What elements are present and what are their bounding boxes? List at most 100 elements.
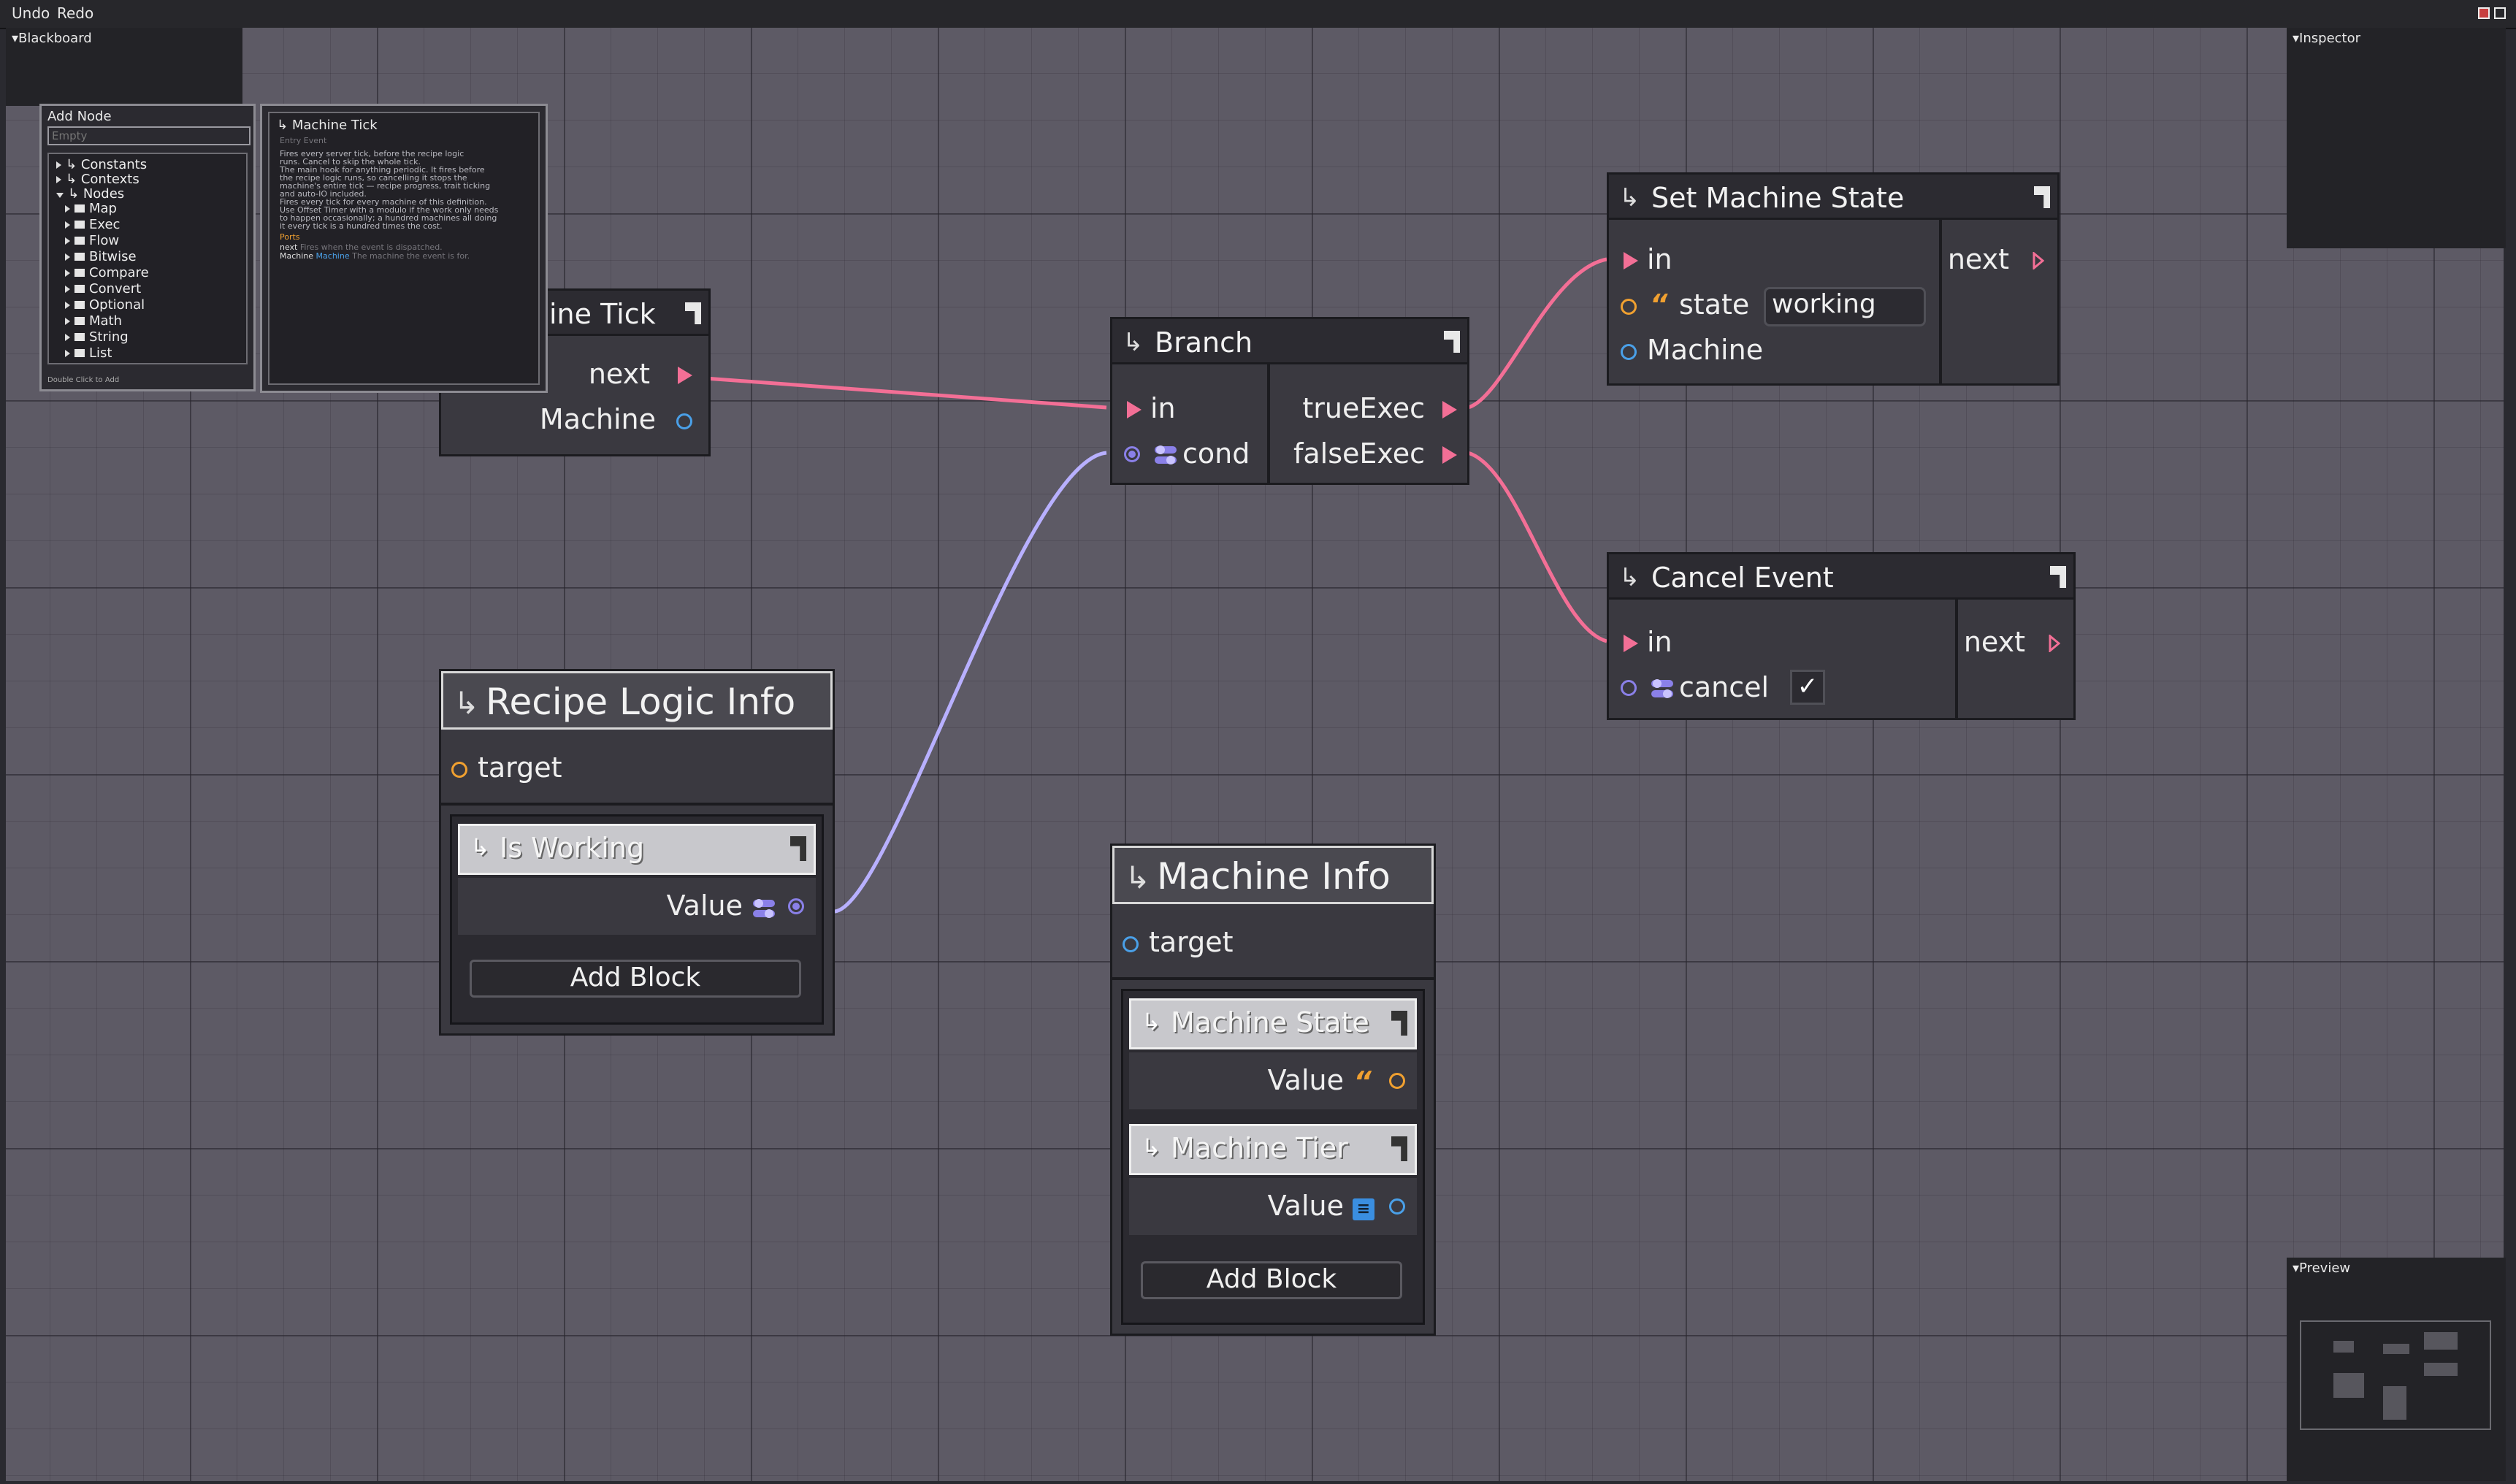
doc-title-text: Machine Tick: [291, 118, 378, 133]
exec-out-port-icon[interactable]: [2033, 252, 2044, 269]
block-function-icon: ↳: [470, 833, 490, 861]
add-block-button[interactable]: Add Block: [1141, 1261, 1402, 1299]
port-label-cond: cond: [1182, 437, 1250, 470]
block-machine-tier-header[interactable]: ↳ Machine Tier: [1129, 1124, 1417, 1175]
port-label-target: target: [1149, 926, 1234, 958]
tree-label: Contexts: [80, 172, 139, 187]
block-list: ↳ Is Working Value Add Block: [450, 814, 824, 1025]
redo-button[interactable]: Redo: [57, 4, 93, 22]
window-controls-icon[interactable]: [2478, 6, 2507, 20]
bool-type-icon: [753, 899, 775, 920]
doc-port-next: next Fires when the event is dispatched.: [280, 243, 443, 251]
set-machine-state-header[interactable]: ↳ Set Machine State: [1609, 175, 2057, 220]
target-in-port-icon[interactable]: [451, 762, 467, 778]
add-node-tree: ↳ Constants ↳ Contexts ↳ Nodes Map Exec …: [47, 153, 248, 364]
node-cancel-event[interactable]: ↳ Cancel Event in cancel ✓ next: [1607, 552, 2076, 720]
block-is-working-menu-icon[interactable]: [790, 836, 806, 861]
doc-port-machine: Machine Machine The machine the event is…: [280, 252, 470, 260]
exec-in-port-icon[interactable]: [1127, 401, 1142, 418]
string-type-icon: “: [1650, 288, 1668, 321]
port-label-in: in: [1647, 626, 1672, 658]
block-machine-state-header[interactable]: ↳ Machine State: [1129, 998, 1417, 1049]
exec-out-false-port-icon[interactable]: [1442, 446, 1457, 464]
block-is-working-row: Value: [458, 878, 816, 935]
tree-item-nodes[interactable]: ↳ Nodes: [56, 186, 124, 202]
machine-info-header[interactable]: ↳ Machine Info: [1112, 846, 1434, 904]
preview-title[interactable]: ▾Preview: [2293, 1261, 2350, 1276]
string-type-icon: “: [1353, 1066, 1372, 1098]
tree-label: List: [89, 345, 112, 361]
tree-item-bitwise[interactable]: Bitwise: [65, 249, 137, 264]
tree-item-flow[interactable]: Flow: [65, 233, 119, 248]
cancel-event-header[interactable]: ↳ Cancel Event: [1609, 554, 2073, 600]
machine-tick-menu-icon[interactable]: [685, 302, 701, 324]
add-node-popup[interactable]: Add Node ↳ Constants ↳ Contexts ↳ Nodes …: [39, 104, 256, 391]
exec-out-true-port-icon[interactable]: [1442, 401, 1457, 418]
int-type-icon: ≡: [1353, 1198, 1374, 1220]
tree-item-string[interactable]: String: [65, 329, 129, 345]
node-function-icon: ↳: [1619, 183, 1640, 213]
add-node-search-input[interactable]: [47, 126, 251, 145]
bool-in-port-icon[interactable]: [1621, 680, 1637, 696]
port-label-in: in: [1150, 392, 1176, 424]
blackboard-title[interactable]: ▾Blackboard: [12, 31, 92, 46]
set-machine-state-title: Set Machine State: [1651, 182, 1905, 214]
inspector-title[interactable]: ▾Inspector: [2293, 31, 2360, 46]
node-set-machine-state[interactable]: ↳ Set Machine State in “ state working M…: [1607, 172, 2060, 386]
port-label-machine: Machine: [1647, 334, 1764, 366]
block-function-icon: ↳: [1142, 1008, 1161, 1036]
string-in-port-icon[interactable]: [1621, 299, 1637, 315]
branch-menu-icon[interactable]: [1444, 331, 1460, 353]
tree-item-map[interactable]: Map: [65, 201, 117, 216]
recipe-logic-info-header[interactable]: ↳ Recipe Logic Info: [441, 671, 833, 730]
add-block-button[interactable]: Add Block: [470, 960, 801, 998]
machine-out-port-icon[interactable]: [676, 413, 692, 429]
int-out-port-icon[interactable]: [1389, 1198, 1405, 1215]
block-is-working-header[interactable]: ↳ Is Working: [458, 824, 816, 875]
recipe-logic-info-title: Recipe Logic Info: [486, 681, 796, 723]
block-machine-state-menu-icon[interactable]: [1391, 1011, 1407, 1036]
block-function-icon: ↳: [1142, 1133, 1161, 1161]
cancel-checkbox[interactable]: ✓: [1790, 670, 1825, 705]
tree-item-contexts[interactable]: ↳ Contexts: [56, 172, 139, 187]
exec-in-port-icon[interactable]: [1624, 635, 1638, 652]
exec-out-port-icon[interactable]: [2049, 635, 2060, 652]
node-machine-info[interactable]: ↳ Machine Info target ↳ Machine State Va…: [1110, 844, 1436, 1336]
tree-item-list[interactable]: List: [65, 345, 112, 361]
block-list: ↳ Machine State Value “ ↳ Machine Tier V…: [1121, 989, 1425, 1325]
doc-port-type: Machine: [316, 251, 350, 261]
minimap[interactable]: [2300, 1320, 2491, 1430]
machine-in-port-icon[interactable]: [1621, 344, 1637, 360]
inspector-panel: ▾Inspector: [2287, 28, 2506, 248]
tree-label: Flow: [89, 233, 120, 248]
undo-button[interactable]: Undo: [12, 4, 50, 22]
bool-type-icon: [1651, 679, 1673, 700]
node-recipe-logic-info[interactable]: ↳ Recipe Logic Info target ↳ Is Working …: [439, 669, 835, 1036]
port-label-target: target: [478, 751, 562, 784]
bool-type-icon: [1155, 445, 1177, 467]
port-label-value: Value: [1267, 1190, 1344, 1222]
machine-tick-title: ine Tick: [549, 298, 656, 330]
exec-in-port-icon[interactable]: [1624, 252, 1638, 269]
tree-item-constants[interactable]: ↳ Constants: [56, 157, 147, 172]
tree-item-math[interactable]: Math: [65, 313, 122, 329]
tree-item-convert[interactable]: Convert: [65, 281, 141, 297]
state-input[interactable]: working: [1764, 287, 1926, 326]
target-in-port-icon[interactable]: [1123, 936, 1139, 952]
block-machine-tier-menu-icon[interactable]: [1391, 1136, 1407, 1161]
bool-in-port-icon[interactable]: [1124, 446, 1140, 462]
tree-item-optional[interactable]: Optional: [65, 297, 145, 313]
machine-info-title: Machine Info: [1157, 855, 1391, 898]
bool-out-port-icon[interactable]: [788, 898, 804, 914]
tree-item-exec[interactable]: Exec: [65, 217, 120, 232]
branch-header[interactable]: ↳ Branch: [1112, 319, 1467, 364]
tree-item-compare[interactable]: Compare: [65, 265, 149, 280]
string-out-port-icon[interactable]: [1389, 1073, 1405, 1089]
set-machine-state-menu-icon[interactable]: [2034, 186, 2050, 208]
exec-out-port-icon[interactable]: [678, 367, 692, 384]
port-label-next: next: [1963, 626, 2025, 658]
port-label-value: Value: [666, 890, 743, 922]
cancel-event-menu-icon[interactable]: [2050, 566, 2066, 588]
node-branch[interactable]: ↳ Branch in cond trueExec falseExec: [1110, 317, 1469, 485]
doc-port-desc: The machine the event is for.: [352, 251, 470, 261]
